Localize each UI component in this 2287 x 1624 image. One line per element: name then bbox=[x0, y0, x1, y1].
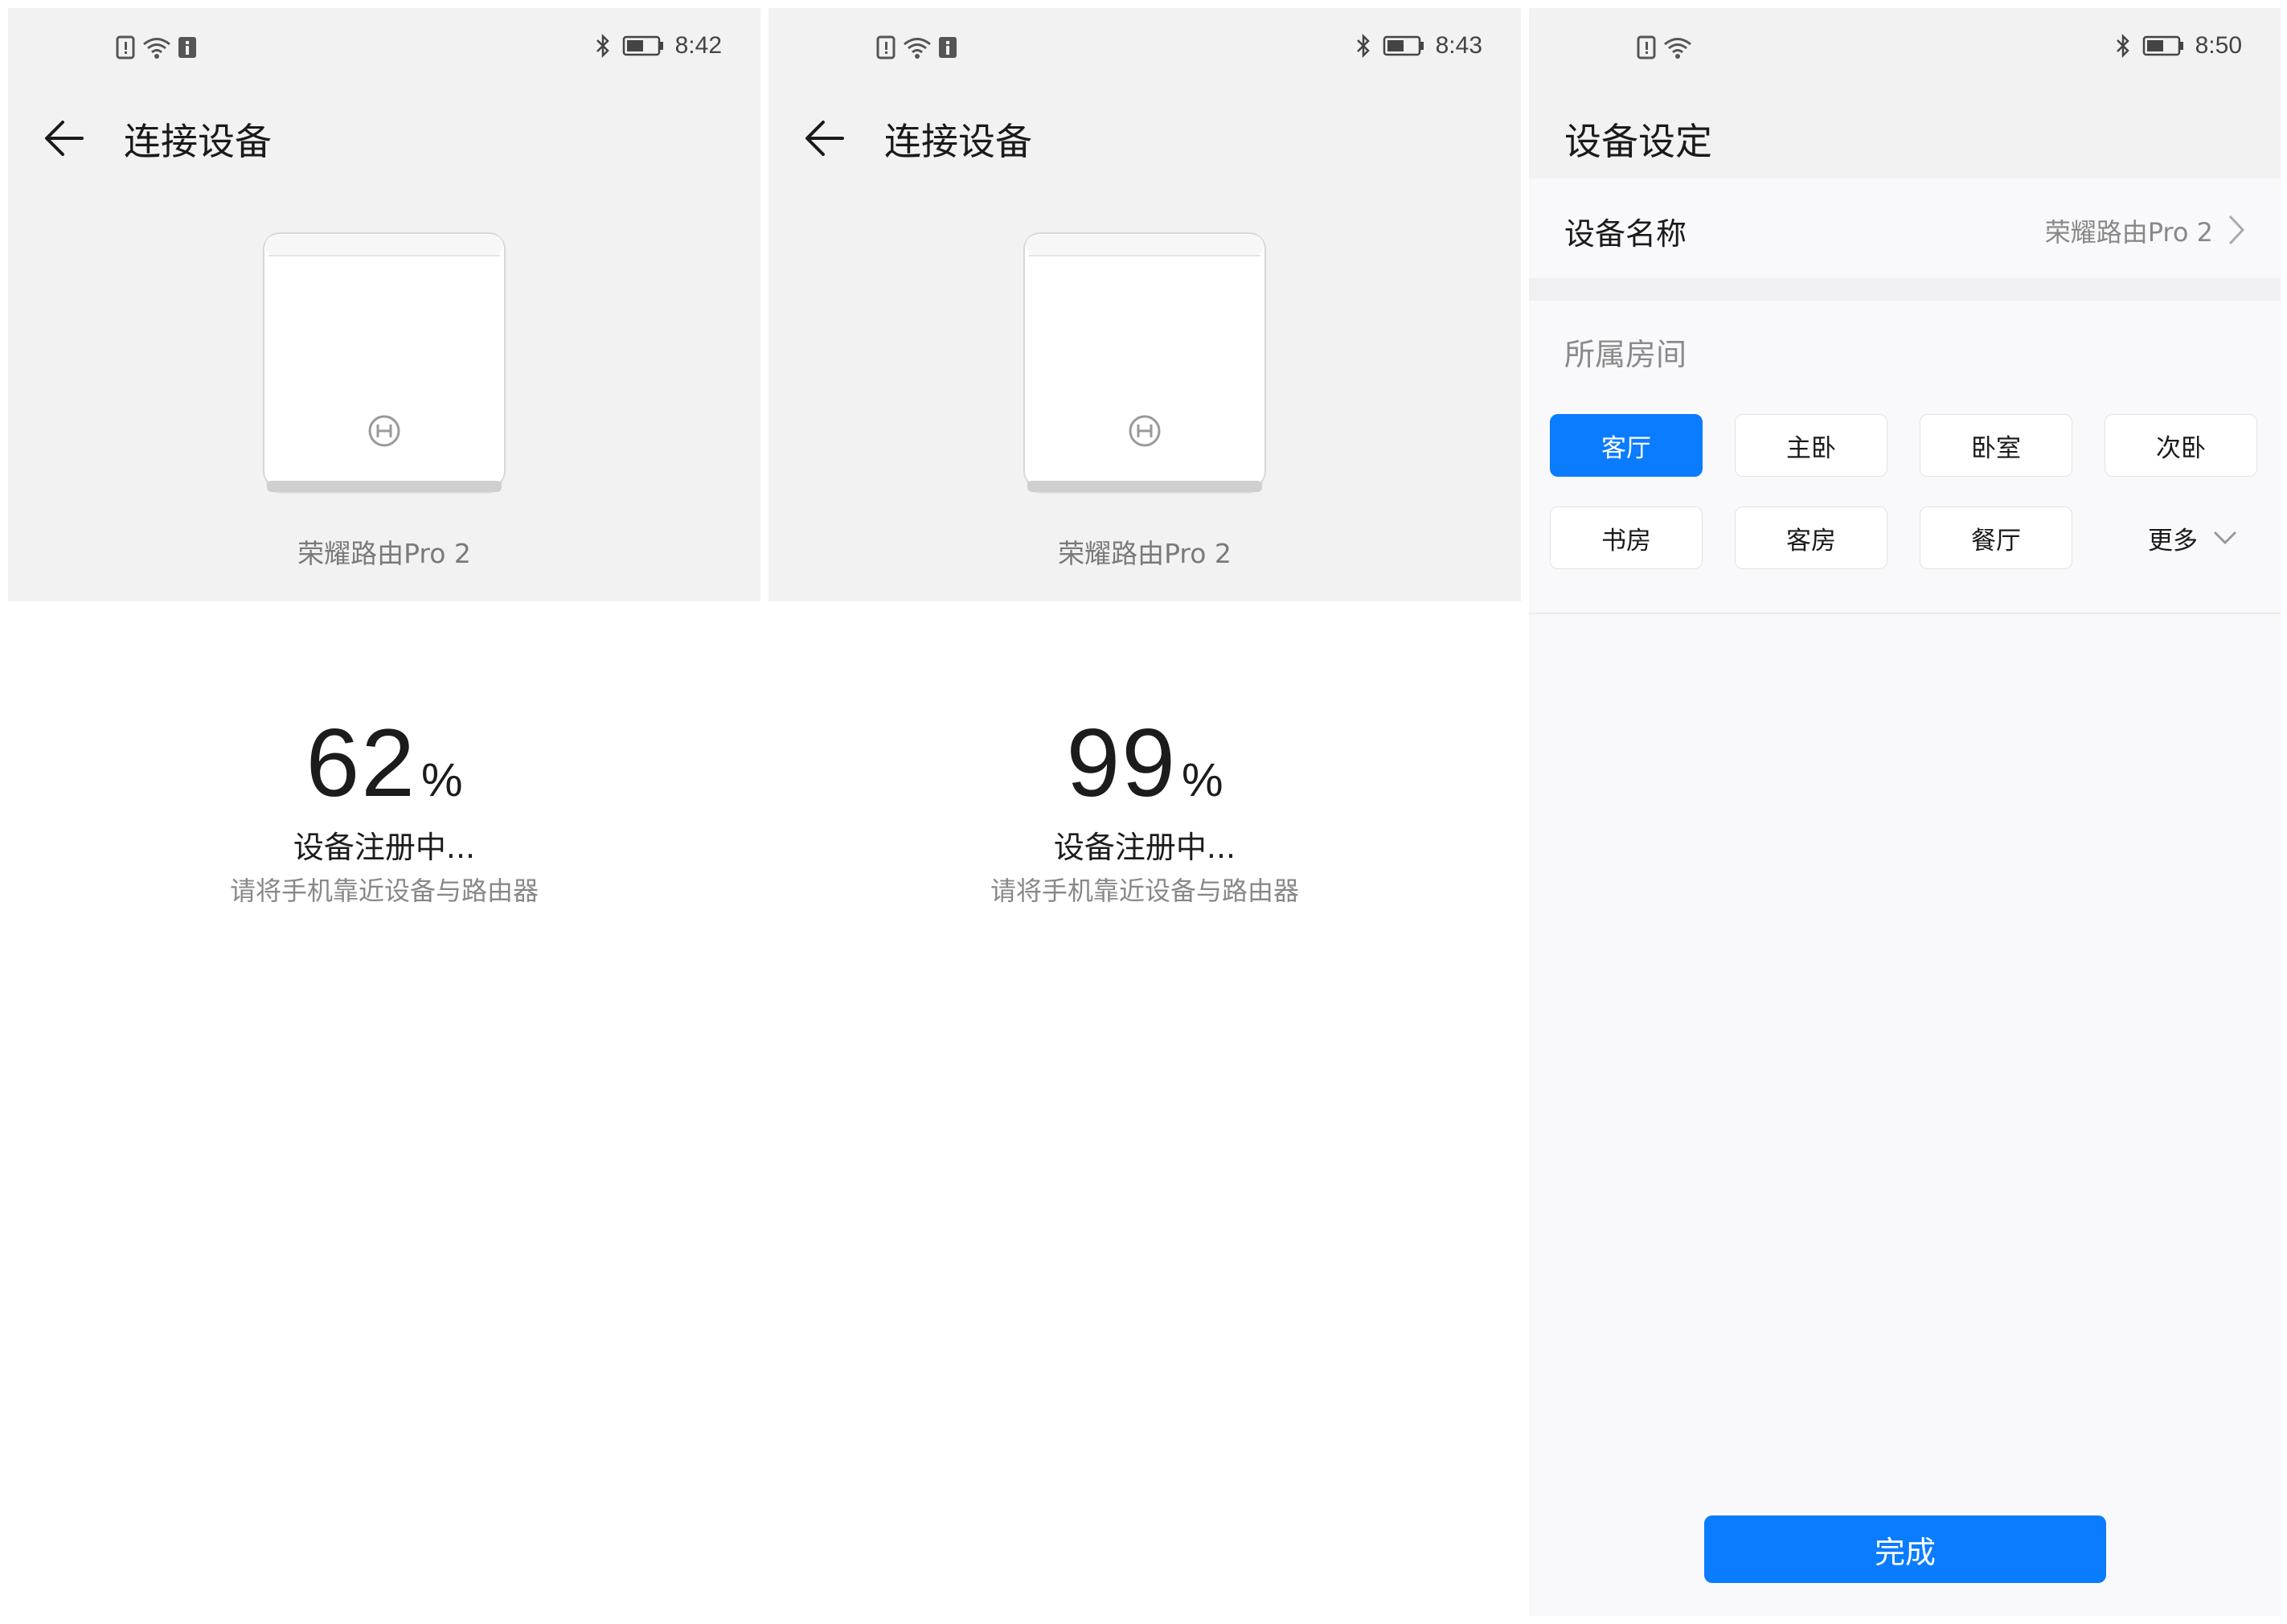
done-button[interactable]: 完成 bbox=[1704, 1515, 2106, 1583]
page-title: 连接设备 bbox=[884, 120, 1032, 163]
info-icon bbox=[939, 37, 957, 58]
chevron-down-icon bbox=[2213, 531, 2237, 545]
back-button[interactable] bbox=[40, 114, 92, 162]
status-bar: 8:50 bbox=[1529, 8, 2281, 96]
page-title: 连接设备 bbox=[124, 120, 272, 163]
room-chip-living-room[interactable]: 客厅 bbox=[1550, 414, 1703, 477]
room-section-label: 所属房间 bbox=[1564, 337, 1687, 372]
sim-alert-icon bbox=[116, 35, 135, 59]
sim-alert-icon bbox=[1637, 35, 1656, 59]
device-name: 荣耀路由Pro 2 bbox=[297, 538, 471, 569]
device-name-label: 设备名称 bbox=[1564, 216, 1687, 252]
router-image bbox=[263, 232, 506, 494]
sim-alert-icon bbox=[876, 35, 896, 59]
status-bar: 8:42 bbox=[8, 8, 760, 96]
wifi-icon bbox=[904, 38, 931, 59]
status-time: 8:43 bbox=[1435, 32, 1482, 59]
status-time: 8:50 bbox=[2195, 32, 2242, 59]
wifi-icon bbox=[1664, 38, 1691, 59]
hint-text: 请将手机靠近设备与路由器 bbox=[990, 876, 1299, 906]
room-chip-guest-room[interactable]: 客房 bbox=[1735, 506, 1887, 569]
title-bar: 连接设备 bbox=[768, 96, 1521, 177]
device-name-row[interactable]: 设备名称 荣耀路由Pro 2 bbox=[1529, 178, 2281, 278]
device-settings-screen: 8:50 设备设定 设备名称 荣耀路由Pro 2 所属房间 客厅 主卧 卧室 次… bbox=[1529, 8, 2281, 1616]
room-chip-second-bedroom[interactable]: 次卧 bbox=[2105, 414, 2257, 477]
status-time: 8:42 bbox=[674, 32, 722, 59]
battery-icon bbox=[1383, 35, 1424, 56]
divider bbox=[1529, 613, 2281, 614]
back-arrow-icon bbox=[45, 121, 84, 156]
room-chip-bedroom[interactable]: 卧室 bbox=[1920, 414, 2072, 477]
progress-percent: 99% bbox=[768, 707, 1521, 818]
section-divider bbox=[1529, 278, 2281, 301]
status-text: 设备注册中... bbox=[1053, 830, 1236, 865]
bluetooth-icon bbox=[596, 33, 609, 59]
back-arrow-icon bbox=[805, 121, 844, 156]
back-button[interactable] bbox=[801, 114, 852, 162]
battery-icon bbox=[2142, 35, 2183, 56]
wifi-icon bbox=[143, 38, 170, 59]
connect-screen-2: 8:43 连接设备 荣耀路由Pro 2 99% 设备注册中... 请将手机靠近设… bbox=[768, 8, 1521, 1616]
title-bar: 连接设备 bbox=[8, 96, 760, 177]
progress-value: 62 bbox=[305, 709, 416, 817]
bluetooth-icon bbox=[2116, 33, 2129, 59]
hint-text: 请将手机靠近设备与路由器 bbox=[229, 876, 539, 906]
more-label: 更多 bbox=[2148, 526, 2198, 556]
status-bar: 8:43 bbox=[768, 8, 1521, 96]
progress-percent: 62% bbox=[8, 707, 760, 818]
progress-value: 99 bbox=[1066, 709, 1177, 817]
page-title: 设备设定 bbox=[1564, 120, 1712, 163]
more-rooms-button[interactable]: 更多 bbox=[2148, 506, 2260, 569]
bluetooth-icon bbox=[1356, 33, 1370, 59]
room-chip-study[interactable]: 书房 bbox=[1550, 506, 1703, 569]
info-icon bbox=[178, 37, 196, 58]
progress-unit: % bbox=[420, 754, 463, 806]
room-chip-master-bedroom[interactable]: 主卧 bbox=[1735, 414, 1887, 477]
device-name-value: 荣耀路由Pro 2 bbox=[2044, 217, 2213, 248]
router-image bbox=[1023, 232, 1266, 494]
title-bar: 设备设定 bbox=[1529, 96, 2281, 177]
connect-screen-1: 8:42 连接设备 荣耀路由Pro 2 62% 设备注册中... 请将手机靠近设… bbox=[8, 8, 760, 1616]
status-text: 设备注册中... bbox=[293, 830, 476, 865]
progress-unit: % bbox=[1181, 754, 1223, 806]
device-name: 荣耀路由Pro 2 bbox=[1058, 538, 1232, 569]
room-chip-dining-room[interactable]: 餐厅 bbox=[1920, 506, 2072, 569]
chevron-right-icon bbox=[2228, 215, 2245, 245]
battery-icon bbox=[622, 35, 663, 56]
